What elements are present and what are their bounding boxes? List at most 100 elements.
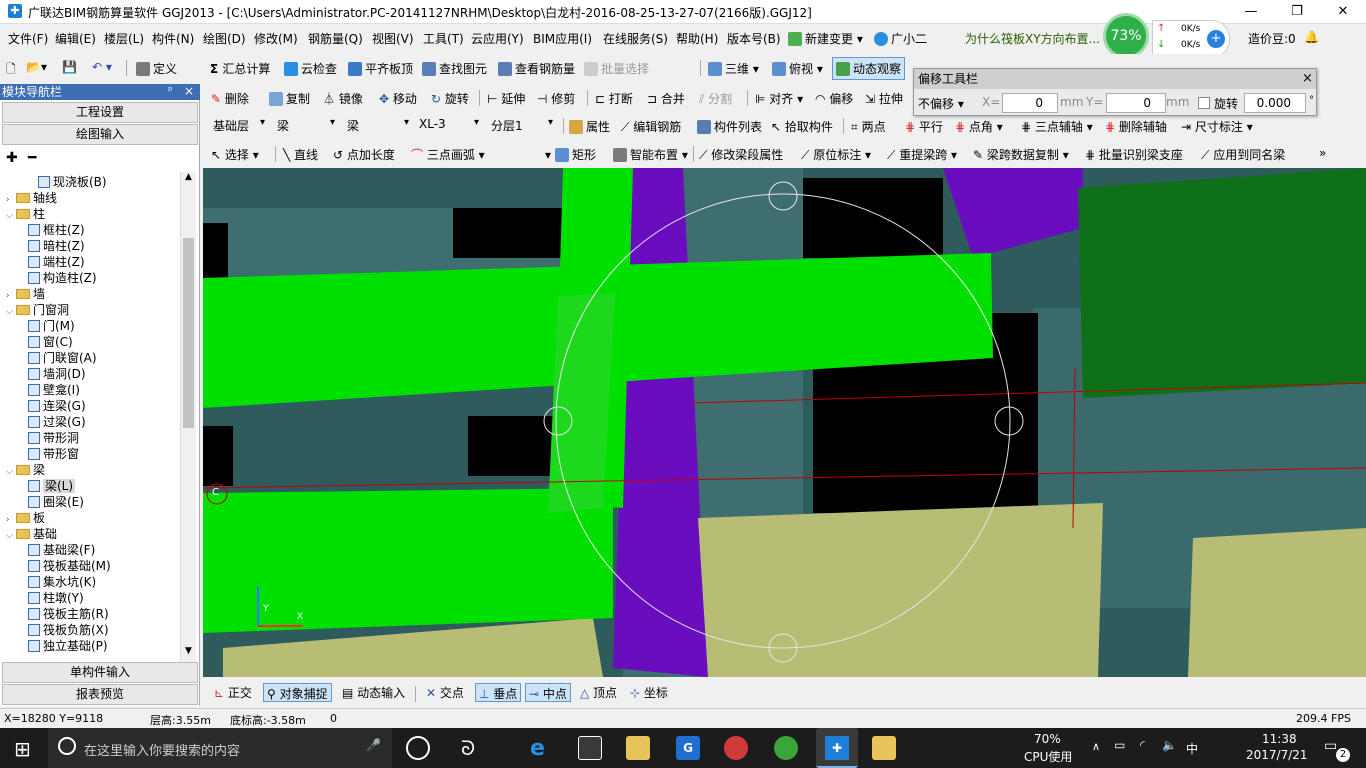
three-point-arc-button[interactable]: ⌒ 三点画弧 ▾ xyxy=(411,146,485,163)
layer-select[interactable]: 分层1 xyxy=(487,115,557,136)
two-points-button[interactable]: ⌗ 两点 xyxy=(851,118,886,135)
floor-select[interactable]: 基础层 xyxy=(209,115,269,136)
menu-cloud[interactable]: 云应用(Y) xyxy=(471,30,524,47)
define-button[interactable]: 定义 xyxy=(136,60,177,77)
menu-version[interactable]: 版本号(B) xyxy=(727,30,781,47)
3d-view-button[interactable]: 三维 ▾ xyxy=(708,60,759,77)
glodon-g-icon[interactable]: G xyxy=(676,736,700,760)
scroll-down-icon[interactable]: ▼ xyxy=(181,646,196,660)
tree-item[interactable]: 连梁(G) xyxy=(28,398,86,414)
notepad-icon[interactable] xyxy=(872,736,896,760)
re-extract-span-button[interactable]: ⟋ 重提梁跨 ▾ xyxy=(887,146,957,163)
merge-button[interactable]: ⊐ 合并 xyxy=(647,90,685,107)
undo-icon[interactable]: ↶ ▾ xyxy=(92,60,112,74)
offset-close-icon[interactable]: × xyxy=(1302,71,1313,86)
coordinate-toggle[interactable]: ⊹ 坐标 xyxy=(627,683,671,702)
menu-modify[interactable]: 修改(M) xyxy=(254,30,298,47)
three-point-axis-button[interactable]: ⋕ 三点辅轴 ▾ xyxy=(1021,118,1093,135)
menu-help[interactable]: 帮助(H) xyxy=(676,30,718,47)
extend-button[interactable]: ⊢ 延伸 xyxy=(487,90,525,107)
delete-axis-button[interactable]: ⋕ 删除辅轴 xyxy=(1105,118,1167,135)
restore-icon[interactable]: ❐ xyxy=(1274,0,1320,24)
y-input[interactable]: 0 xyxy=(1106,93,1166,113)
tree-folder[interactable]: ⌵ 基础 xyxy=(6,526,57,542)
green-app-icon[interactable] xyxy=(774,736,798,760)
trim-button[interactable]: ⊣ 修剪 xyxy=(537,90,575,107)
wifi-icon[interactable]: ◜ xyxy=(1140,738,1145,752)
tree-item[interactable]: 筏板基础(M) xyxy=(28,558,111,574)
tree-item[interactable]: 门联窗(A) xyxy=(28,350,97,366)
tree-item[interactable]: 集水坑(K) xyxy=(28,574,96,590)
new-change-button[interactable]: 新建变更 ▾ xyxy=(788,30,863,47)
menu-draw[interactable]: 绘图(D) xyxy=(203,30,246,47)
mirror-button[interactable]: ⏃ 镜像 xyxy=(323,90,363,107)
tree-item[interactable]: 基础梁(F) xyxy=(28,542,95,558)
tree-item[interactable]: 柱墩(Y) xyxy=(28,590,84,606)
offset-mode-select[interactable]: 不偏移 ▾ xyxy=(918,95,978,112)
tree-scrollbar[interactable]: ▲ ▼ xyxy=(180,172,196,662)
pin-icon[interactable]: ᵖ xyxy=(168,84,173,97)
tree-item[interactable]: 带形洞 xyxy=(28,430,79,446)
edit-rebar-button[interactable]: ⟋ 编辑钢筋 xyxy=(621,118,681,135)
tree-item[interactable]: 圈梁(E) xyxy=(28,494,84,510)
tree-item[interactable]: 窗(C) xyxy=(28,334,73,350)
modify-span-props-button[interactable]: ⟋ 修改梁段属性 xyxy=(699,146,783,163)
tree-item[interactable]: 现浇板(B) xyxy=(38,174,107,190)
find-element-button[interactable]: 查找图元 xyxy=(422,60,487,77)
tree-folder[interactable]: ⌵ 梁 xyxy=(6,462,45,478)
select-button[interactable]: ↖ 选择 ▾ xyxy=(211,146,259,163)
align-button[interactable]: ⊫ 对齐 ▾ xyxy=(755,90,803,107)
network-percent[interactable]: 73% xyxy=(1103,13,1149,59)
in-situ-label-button[interactable]: ⟋ 原位标注 ▾ xyxy=(801,146,871,163)
ime-icon[interactable]: 中 xyxy=(1186,740,1198,757)
menu-floor[interactable]: 楼层(L) xyxy=(104,30,144,47)
tree-folder[interactable]: ⌵ 柱 xyxy=(6,206,45,222)
point-length-button[interactable]: ↺ 点加长度 xyxy=(333,146,395,163)
file-explorer-icon[interactable] xyxy=(626,736,650,760)
single-input-button[interactable]: 单构件输入 xyxy=(2,662,198,683)
panel-close-icon[interactable]: × xyxy=(184,84,194,98)
intersection-toggle[interactable]: ✕ 交点 xyxy=(423,683,467,702)
tree-item[interactable]: 端柱(Z) xyxy=(28,254,85,270)
copy-button[interactable]: 复制 xyxy=(269,90,310,107)
store-icon[interactable] xyxy=(578,736,602,760)
tree-item[interactable]: 带形窗 xyxy=(28,446,79,462)
save-icon[interactable]: 💾 xyxy=(62,60,77,74)
bell-icon[interactable]: 🔔 xyxy=(1304,30,1319,44)
tree-item[interactable]: 框柱(Z) xyxy=(28,222,85,238)
scroll-up-icon[interactable]: ▲ xyxy=(181,172,196,186)
tree-item[interactable]: 暗柱(Z) xyxy=(28,238,85,254)
collapse-icon[interactable]: ⌵ xyxy=(6,464,16,480)
cloud-check-button[interactable]: 云检查 xyxy=(284,60,337,77)
menu-edit[interactable]: 编辑(E) xyxy=(55,30,96,47)
tip-link[interactable]: 为什么筏板XY方向布置... xyxy=(965,30,1100,47)
collapse-icon[interactable]: ⌵ xyxy=(6,208,16,224)
object-snap-toggle[interactable]: ⚲ 对象捕捉 xyxy=(263,683,332,702)
type-select[interactable]: 梁 xyxy=(273,115,339,136)
rotate-input[interactable]: 0.000 xyxy=(1244,93,1306,113)
x-input[interactable]: 0 xyxy=(1002,93,1058,113)
span-data-copy-button[interactable]: ✎ 梁跨数据复制 ▾ xyxy=(973,146,1069,163)
drawing-input-button[interactable]: 绘图输入 xyxy=(2,124,198,145)
menu-file[interactable]: 文件(F) xyxy=(8,30,48,47)
batch-select-button[interactable]: 批量选择 xyxy=(584,60,649,77)
tree-item[interactable]: 门(M) xyxy=(28,318,75,334)
subtype-select[interactable]: 梁 xyxy=(343,115,413,136)
smart-layout-button[interactable]: 智能布置 ▾ xyxy=(613,146,688,163)
line-button[interactable]: ╲ 直线 xyxy=(283,146,318,163)
volume-icon[interactable]: 🔈 xyxy=(1162,738,1177,752)
taskbar-search-box[interactable]: 在这里输入你要搜索的内容 🎤 xyxy=(48,728,392,768)
3d-scene[interactable] xyxy=(203,168,1366,677)
component-list-button[interactable]: 构件列表 xyxy=(697,118,762,135)
edge-icon[interactable]: e xyxy=(530,736,554,761)
dynamic-input-toggle[interactable]: ▤ 动态输入 xyxy=(339,683,408,702)
tray-network-icon[interactable]: ▭ xyxy=(1114,738,1125,752)
break-button[interactable]: ⊏ 打断 xyxy=(595,90,633,107)
tree-item[interactable]: 壁龛(I) xyxy=(28,382,80,398)
point-angle-button[interactable]: ⋕ 点角 ▾ xyxy=(955,118,1003,135)
tree-item[interactable]: 墙洞(D) xyxy=(28,366,86,382)
more-tools-icon[interactable]: » xyxy=(1319,146,1326,160)
tree-item[interactable]: 筏板负筋(X) xyxy=(28,622,109,638)
guangxiaoer-button[interactable]: 广小二 xyxy=(874,30,927,47)
baidu-icon[interactable]: ᘐ xyxy=(456,736,480,760)
